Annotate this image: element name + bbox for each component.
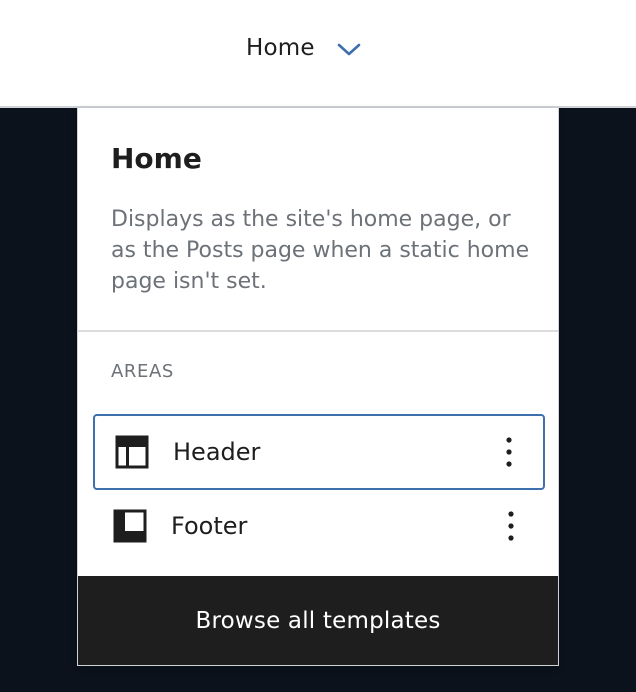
popover-title: Home xyxy=(111,142,202,175)
footer-layout-icon xyxy=(113,509,147,543)
area-item-footer[interactable]: Footer xyxy=(93,488,545,564)
area-item-header[interactable]: Header xyxy=(93,414,545,490)
template-description: Displays as the site's home page, or as … xyxy=(111,207,530,294)
header-layout-icon xyxy=(115,435,149,469)
areas-heading: AREAS xyxy=(111,361,174,382)
template-switcher-button[interactable]: Home xyxy=(246,28,361,68)
area-label-header: Header xyxy=(173,438,261,466)
area-label-footer: Footer xyxy=(171,512,248,540)
template-details-header: Home Displays as the site's home page, o… xyxy=(78,108,558,332)
more-options-header-icon[interactable] xyxy=(497,432,521,472)
chevron-down-icon xyxy=(337,38,361,62)
template-title: Home xyxy=(246,35,315,61)
browse-all-templates-button[interactable]: Browse all templates xyxy=(78,576,558,665)
more-options-footer-icon[interactable] xyxy=(499,506,523,546)
editor-top-bar: Home xyxy=(0,0,636,108)
template-details-popover: Home Displays as the site's home page, o… xyxy=(77,108,559,666)
